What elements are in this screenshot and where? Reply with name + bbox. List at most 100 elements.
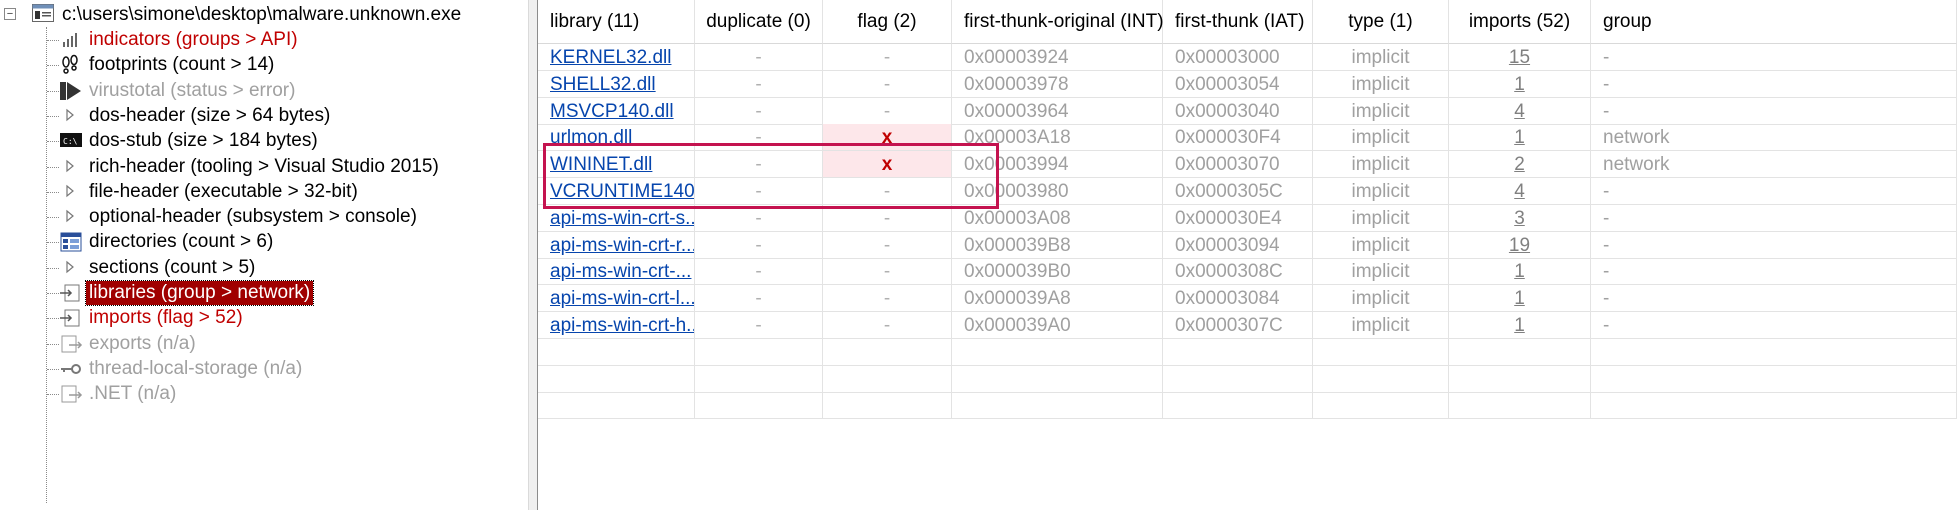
footprints-icon — [59, 54, 85, 76]
empty-cell — [695, 338, 823, 366]
tree-item[interactable]: .NET (n/a) — [0, 379, 528, 409]
imports-cell: 4 — [1449, 97, 1591, 125]
tree-item-label: dos-header (size > 64 bytes) — [89, 104, 331, 126]
empty-cell — [538, 338, 695, 366]
triangle-icon — [59, 257, 85, 279]
empty-cell — [538, 365, 695, 393]
int-cell: 0x00003A08 — [952, 204, 1163, 232]
triangle-icon — [59, 206, 85, 228]
type-cell: implicit — [1313, 312, 1449, 339]
imports-count-link[interactable]: 1 — [1514, 127, 1525, 148]
type-cell: implicit — [1313, 124, 1449, 152]
header-group[interactable]: group — [1591, 0, 1957, 44]
empty-cell — [823, 365, 952, 393]
header-type[interactable]: type (1) — [1313, 0, 1449, 44]
library-cell: WININET.dll — [538, 151, 695, 179]
header-int[interactable]: first-thunk-original (INT) — [952, 0, 1164, 44]
flag-cell: - — [823, 97, 952, 125]
library-link[interactable]: api-ms-win-crt-... — [550, 261, 691, 282]
iat-cell: 0x00003094 — [1163, 231, 1313, 259]
header-imports[interactable]: imports (52) — [1449, 0, 1591, 44]
imports-count-link[interactable]: 19 — [1509, 235, 1530, 256]
duplicate-cell: - — [695, 178, 823, 205]
library-link[interactable]: api-ms-win-crt-h... — [550, 315, 694, 336]
iat-cell: 0x00003084 — [1163, 285, 1313, 313]
int-cell: 0x000039B0 — [952, 258, 1163, 286]
panel-splitter[interactable] — [528, 0, 538, 510]
iat-cell: 0x00003054 — [1163, 70, 1313, 98]
int-cell: 0x000039A0 — [952, 312, 1163, 339]
tree-item-label: exports (n/a) — [89, 332, 196, 354]
imports-count-link[interactable]: 4 — [1514, 101, 1525, 122]
iat-cell: 0x000030F4 — [1163, 124, 1313, 152]
library-link[interactable]: api-ms-win-crt-s... — [550, 208, 694, 229]
library-link[interactable]: api-ms-win-crt-l... — [550, 288, 694, 309]
header-flag[interactable]: flag (2) — [823, 0, 952, 44]
group-cell: - — [1591, 312, 1957, 339]
root-file-path: c:\users\simone\desktop\malware.unknown.… — [62, 4, 462, 25]
empty-cell — [1163, 392, 1313, 420]
flag-cell: - — [823, 204, 952, 232]
imports-count-link[interactable]: 1 — [1514, 288, 1525, 309]
library-link[interactable]: SHELL32.dll — [550, 74, 656, 95]
group-cell: - — [1591, 231, 1957, 259]
imports-count-link[interactable]: 4 — [1514, 181, 1525, 202]
library-icon — [59, 282, 85, 304]
empty-cell — [695, 365, 823, 393]
iat-cell: 0x00003040 — [1163, 97, 1313, 125]
library-link[interactable]: api-ms-win-crt-r... — [550, 235, 694, 256]
virustotal-icon — [59, 80, 85, 102]
duplicate-cell: - — [695, 70, 823, 98]
type-cell: implicit — [1313, 44, 1449, 71]
header-iat[interactable]: first-thunk (IAT) — [1163, 0, 1313, 44]
library-cell: urlmon.dll — [538, 124, 695, 152]
empty-cell — [1449, 392, 1591, 420]
iat-cell: 0x00003000 — [1163, 44, 1313, 71]
collapse-icon[interactable]: − — [4, 8, 16, 20]
empty-cell — [1591, 365, 1957, 393]
header-library[interactable]: library (11) — [538, 0, 695, 44]
flag-cell: x — [823, 124, 952, 152]
flag-cell: - — [823, 258, 952, 286]
header-duplicate[interactable]: duplicate (0) — [695, 0, 823, 44]
int-cell: 0x00003964 — [952, 97, 1163, 125]
int-cell: 0x00003994 — [952, 151, 1163, 179]
library-cell: VCRUNTIME140.dll — [538, 178, 695, 205]
imports-count-link[interactable]: 1 — [1514, 315, 1525, 336]
imports-count-link[interactable]: 1 — [1514, 74, 1525, 95]
library-link[interactable]: WININET.dll — [550, 154, 652, 175]
directory-grid-icon — [59, 231, 85, 253]
iat-cell: 0x000030E4 — [1163, 204, 1313, 232]
library-cell: api-ms-win-crt-s... — [538, 204, 695, 232]
group-cell: - — [1591, 44, 1957, 71]
empty-cell — [1313, 365, 1449, 393]
library-link[interactable]: urlmon.dll — [550, 127, 632, 148]
library-cell: KERNEL32.dll — [538, 44, 695, 71]
empty-cell — [1449, 338, 1591, 366]
imports-count-link[interactable]: 3 — [1514, 208, 1525, 229]
library-link[interactable]: VCRUNTIME140.dll — [550, 181, 694, 202]
empty-cell — [1313, 338, 1449, 366]
imports-count-link[interactable]: 1 — [1514, 261, 1525, 282]
library-link[interactable]: KERNEL32.dll — [550, 47, 671, 68]
imports-count-link[interactable]: 2 — [1514, 154, 1525, 175]
int-cell: 0x00003980 — [952, 178, 1163, 205]
executable-icon — [32, 4, 54, 22]
empty-cell — [823, 392, 952, 420]
library-link[interactable]: MSVCP140.dll — [550, 101, 674, 122]
flag-cell: - — [823, 312, 952, 339]
empty-cell — [1313, 392, 1449, 420]
flag-cell: - — [823, 44, 952, 71]
imports-cell: 1 — [1449, 70, 1591, 98]
flag-cell: x — [823, 151, 952, 179]
group-cell: - — [1591, 70, 1957, 98]
iat-cell: 0x00003070 — [1163, 151, 1313, 179]
type-cell: implicit — [1313, 285, 1449, 313]
iat-cell: 0x0000305C — [1163, 178, 1313, 205]
imports-cell: 1 — [1449, 312, 1591, 339]
imports-count-link[interactable]: 15 — [1509, 47, 1530, 68]
tree-item-label: libraries (group > network) — [84, 280, 315, 306]
empty-cell — [952, 392, 1163, 420]
bar-chart-icon — [59, 29, 85, 51]
tree-item-label: virustotal (status > error) — [89, 79, 296, 101]
